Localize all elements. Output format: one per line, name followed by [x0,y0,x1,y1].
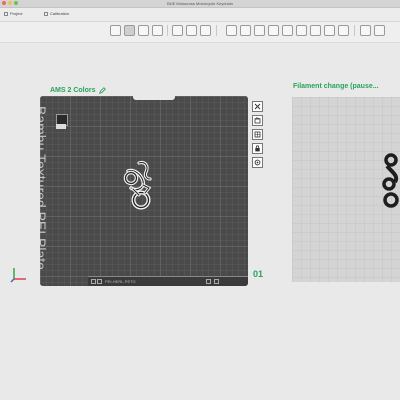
motorcycle-keychain-model[interactable] [119,157,159,213]
split-icon[interactable] [200,25,211,36]
measure-icon[interactable] [338,25,349,36]
plate-1-label: AMS 2 Colors [50,87,96,94]
plate-bottom-icon [97,278,102,284]
view-icon[interactable] [374,25,385,36]
move-icon[interactable] [226,25,237,36]
toolbar-divider [354,25,355,36]
tab-label: Project [10,11,23,16]
project-icon [4,11,8,16]
tab-bar: Project Calibration [0,8,400,22]
plate-bottom-label: PEI-HERL-PETG [105,278,136,284]
layers-icon[interactable] [186,25,197,36]
seam-icon[interactable] [310,25,321,36]
plate-type-label: Bambu Textured PEI Plate [40,106,49,270]
assemble-icon[interactable] [360,25,371,36]
pencil-icon[interactable] [98,87,106,94]
settings-icon[interactable] [252,157,263,168]
plate-bottom-icon [214,278,219,284]
arrange-icon[interactable] [252,129,263,140]
plate-bottom-icon [206,278,211,284]
plate-2-label[interactable]: Filament change (pause... [293,83,379,90]
rotate-icon[interactable] [240,25,251,36]
support-icon[interactable] [282,25,293,36]
close-icon[interactable] [252,101,263,112]
grid-icon[interactable] [152,25,163,36]
plate-bottom-icon [91,278,96,284]
axes-gizmo-icon [10,268,26,283]
cut-icon[interactable] [268,25,279,36]
plate-2-model[interactable] [377,152,400,210]
plate-type-text: Bambu Textured PEI Plate [40,106,66,276]
import-icon[interactable] [110,25,121,36]
auto-orient-icon[interactable] [252,115,263,126]
scale-icon[interactable] [254,25,265,36]
plate-1-toolbar [252,101,264,171]
plate-number: 01 [253,269,264,279]
window-titlebar: BDE Motocross Motorcycle Keychain [0,0,400,8]
plate-notch [133,96,175,100]
text-icon[interactable] [324,25,335,36]
tab-label: Calibration [50,11,70,16]
arrange-icon[interactable] [138,25,149,36]
tab-calibration[interactable]: Calibration [44,11,69,16]
toolbar-divider [216,25,217,36]
orient-icon[interactable] [172,25,183,36]
toolbar-divider [167,25,168,36]
tab-project[interactable]: Project [4,11,22,16]
calibration-icon [44,11,48,16]
plate-1-name[interactable]: AMS 2 Colors [50,87,106,94]
paint-icon[interactable] [296,25,307,36]
window-title: BDE Motocross Motorcycle Keychain [167,1,233,6]
plate-bottom-strip: PEI-HERL-PETG [88,276,248,286]
lock-icon[interactable] [252,143,263,154]
main-toolbar [0,22,400,43]
plate-icon[interactable] [124,25,135,36]
